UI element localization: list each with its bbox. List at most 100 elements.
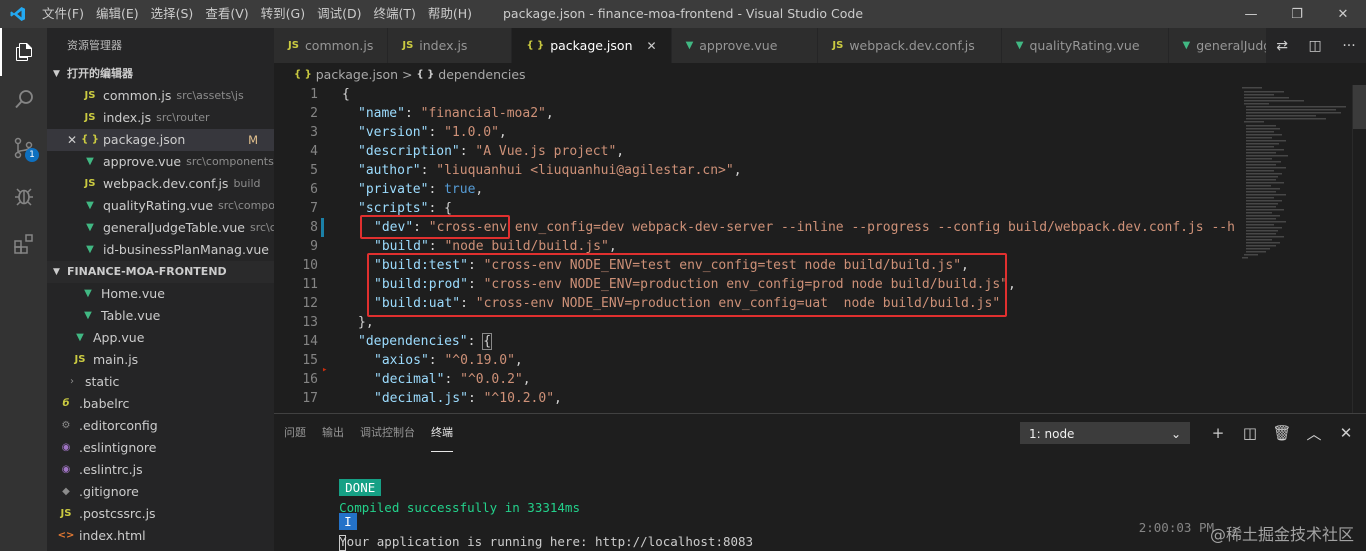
breadcrumb-node[interactable]: dependencies	[438, 67, 525, 82]
maximize-panel-icon[interactable]: ︿	[1298, 422, 1330, 444]
json-value: cross-env NODE_ENV=production env_config…	[491, 277, 1001, 292]
code-line: 14 "dependencies": {	[274, 332, 1234, 351]
code-line: 4 "description": "A Vue.js project",	[274, 142, 1234, 161]
tab-index-js[interactable]: JS index.js	[388, 28, 513, 63]
file-item[interactable]: ◉ .eslintignore	[47, 437, 274, 459]
debug-icon[interactable]	[0, 172, 47, 220]
open-editor-item[interactable]: ▼ generalJudgeTable.vue src\c...	[47, 217, 274, 239]
project-header[interactable]: ▼ FINANCE-MOA-FRONTEND	[47, 261, 274, 283]
line-number: 17	[302, 391, 318, 406]
json-value: A Vue.js project	[483, 144, 609, 159]
tab-approve-vue[interactable]: ▼ approve.vue	[671, 28, 819, 63]
menu-help[interactable]: 帮助(H)	[422, 0, 478, 28]
terminal-select[interactable]: 1: node ⌄	[1020, 422, 1190, 444]
folder-name: static	[85, 374, 120, 389]
breadcrumb-file[interactable]: package.json	[316, 67, 398, 82]
source-control-icon[interactable]: 1	[0, 124, 47, 172]
tab-common-js[interactable]: JS common.js	[274, 28, 389, 63]
json-value: liuquanhui <liuquanhui@agilestar.cn>	[444, 163, 726, 178]
code-editor[interactable]: ▸ 1{ 2 "name": "financial-moa2", 3 "versio…	[274, 85, 1234, 413]
close-window-button[interactable]: ✕	[1320, 0, 1366, 28]
json-key: build:prod	[381, 277, 461, 292]
breadcrumb-separator: >	[402, 66, 413, 82]
line-number: 15	[302, 353, 318, 368]
open-editor-item[interactable]: JS webpack.dev.conf.js build	[47, 173, 274, 195]
line-number: 2	[310, 106, 318, 121]
object-icon: { }	[416, 68, 435, 80]
file-item[interactable]: JS main.js	[47, 349, 274, 371]
file-item[interactable]: б .babelrc	[47, 393, 274, 415]
menu-edit[interactable]: 编辑(E)	[90, 0, 145, 28]
folder-item[interactable]: › static	[47, 371, 274, 393]
title-bar: 文件(F) 编辑(E) 选择(S) 查看(V) 转到(G) 调试(D) 终端(T…	[0, 0, 1366, 28]
minimap[interactable]	[1234, 85, 1352, 413]
menu-selection[interactable]: 选择(S)	[145, 0, 200, 28]
file-item[interactable]: ▼ App.vue	[47, 327, 274, 349]
file-item[interactable]: JS .postcssrc.js	[47, 503, 274, 525]
terminal-line: I Your application is running here: http…	[294, 492, 1354, 549]
search-icon[interactable]	[0, 76, 47, 124]
close-tab-icon[interactable]: ✕	[647, 39, 657, 53]
tab-output[interactable]: 输出	[322, 414, 344, 452]
json-key: build:test	[381, 258, 461, 273]
compare-icon[interactable]: ⇄	[1276, 38, 1288, 54]
vue-file-icon: ▼	[86, 244, 94, 255]
file-item[interactable]: ▼ Table.vue	[47, 305, 274, 327]
split-terminal-icon[interactable]: ◫	[1234, 422, 1266, 444]
file-item[interactable]: ◉ .eslintrc.js	[47, 459, 274, 481]
minimize-button[interactable]: —	[1228, 0, 1274, 28]
menu-go[interactable]: 转到(G)	[255, 0, 311, 28]
extensions-icon[interactable]	[0, 220, 47, 268]
file-item[interactable]: ▼ Home.vue	[47, 283, 274, 305]
code-line: 15 "axios": "^0.19.0",	[274, 351, 1234, 370]
menu-view[interactable]: 查看(V)	[199, 0, 254, 28]
tab-label: webpack.dev.conf.js	[849, 38, 975, 53]
file-item[interactable]: ⚙ .editorconfig	[47, 415, 274, 437]
tab-problems[interactable]: 问题	[284, 414, 306, 452]
explorer-icon[interactable]	[0, 28, 47, 76]
tab-package-json[interactable]: { } package.json ✕	[512, 28, 672, 63]
open-editor-item[interactable]: ▼ approve.vue src\components...	[47, 151, 274, 173]
json-punct: ,	[961, 258, 969, 273]
menu-file[interactable]: 文件(F)	[36, 0, 90, 28]
close-panel-icon[interactable]: ✕	[1330, 422, 1362, 444]
menu-terminal[interactable]: 终端(T)	[367, 0, 421, 28]
json-punct: ,	[475, 182, 484, 197]
json-punct: ,	[498, 125, 507, 140]
terminal-line: DONE Compiled successfully in 33314ms 2:…	[294, 458, 1354, 535]
open-editor-item[interactable]: ▼ qualityRating.vue src\compo...	[47, 195, 274, 217]
more-icon[interactable]: ···	[1342, 38, 1355, 54]
tab-terminal[interactable]: 终端	[431, 414, 453, 452]
file-item[interactable]: <> index.html	[47, 525, 274, 547]
code-line: 6 "private": true,	[274, 180, 1234, 199]
running-text: Your application is running here: http:/…	[339, 534, 754, 549]
code-line: 12 "build:uat": "cross-env NODE_ENV=produ…	[274, 294, 1234, 313]
tab-quality-rating[interactable]: ▼ qualityRating.vue	[1001, 28, 1169, 63]
tab-webpack-dev-conf[interactable]: JS webpack.dev.conf.js	[818, 28, 1002, 63]
open-editor-item[interactable]: ▼ id-businessPlanManag.vue	[47, 239, 274, 261]
open-editor-item[interactable]: JS common.js src\assets\js	[47, 85, 274, 107]
close-icon[interactable]: ✕	[67, 129, 77, 151]
code-text: },	[358, 315, 374, 330]
split-editor-icon[interactable]: ◫	[1309, 38, 1322, 54]
add-terminal-icon[interactable]: +	[1202, 422, 1234, 444]
open-editor-item[interactable]: JS index.js src\router	[47, 107, 274, 129]
menu-debug[interactable]: 调试(D)	[311, 0, 367, 28]
open-editors-header[interactable]: ▼ 打开的编辑器	[47, 63, 274, 85]
json-key: dev	[381, 220, 406, 235]
tab-label: common.js	[304, 38, 374, 53]
json-punct: ,	[554, 391, 562, 406]
restore-button[interactable]: ❐	[1274, 0, 1320, 28]
vue-file-icon: ▼	[86, 156, 94, 167]
scrollbar-thumb[interactable]	[1353, 85, 1366, 129]
editor-scrollbar[interactable]	[1352, 85, 1366, 413]
file-name: generalJudgeTable.vue	[103, 220, 245, 235]
trash-icon[interactable]: 🗑	[1266, 422, 1298, 444]
json-key: scripts	[365, 201, 421, 216]
json-value: node build/build.js	[452, 239, 601, 254]
tab-debug-console[interactable]: 调试控制台	[360, 414, 415, 452]
open-editor-item-active[interactable]: ✕ { } package.json M	[47, 129, 274, 151]
terminal-output[interactable]: DONE Compiled successfully in 33314ms 2:…	[294, 458, 1354, 551]
file-item[interactable]: ◆ .gitignore	[47, 481, 274, 503]
file-name: .gitignore	[79, 484, 139, 499]
